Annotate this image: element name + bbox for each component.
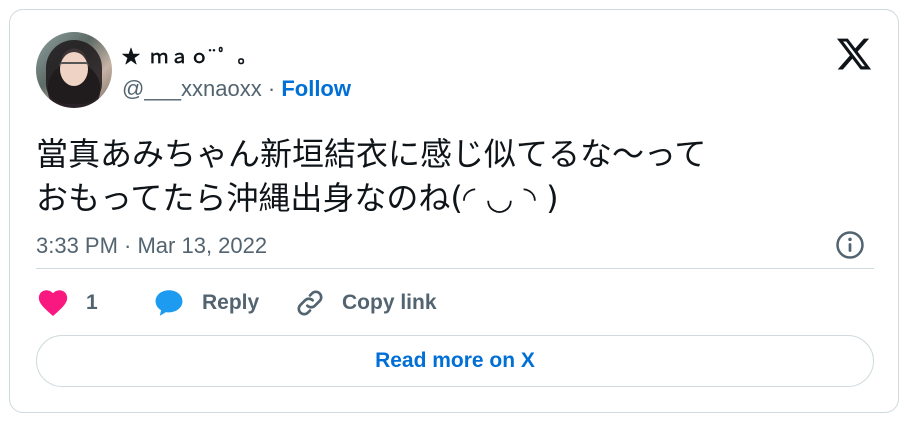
x-logo-icon[interactable] bbox=[835, 35, 873, 73]
copy-link-label: Copy link bbox=[342, 291, 437, 314]
tweet-text: 當真あみちゃん新垣結衣に感じ似てるな〜って おもってたら沖縄出身なのね(◜ ◡ … bbox=[36, 132, 876, 220]
like-count: 1 bbox=[86, 291, 98, 314]
heart-icon bbox=[38, 290, 68, 317]
like-button[interactable]: 1 bbox=[36, 285, 98, 321]
author-handle-row: @___xxnaoxx · Follow bbox=[122, 76, 351, 102]
reply-label: Reply bbox=[202, 291, 260, 314]
divider bbox=[36, 268, 874, 269]
read-more-button[interactable]: Read more on X bbox=[36, 335, 874, 387]
handle-separator: · bbox=[267, 76, 276, 101]
author-handle[interactable]: @___xxnaoxx bbox=[122, 76, 262, 101]
link-icon bbox=[297, 290, 323, 316]
tweet-text-line: おもってたら沖縄出身なのね(◜ ◡ ◝ ) bbox=[36, 179, 559, 217]
follow-link[interactable]: Follow bbox=[281, 76, 351, 101]
author-display-name[interactable]: ★ ｍａｏ ̈ﾟ ｡ bbox=[122, 43, 249, 69]
tweet-embed-card: ★ ｍａｏ ̈ﾟ ｡ @___xxnaoxx · Follow 當真あみちゃん新… bbox=[9, 9, 899, 413]
tweet-timestamp[interactable]: 3:33 PM · Mar 13, 2022 bbox=[36, 233, 267, 259]
speech-bubble-icon bbox=[155, 290, 183, 316]
tweet-text-line: 當真あみちゃん新垣結衣に感じ似てるな〜って bbox=[36, 135, 707, 173]
info-icon[interactable] bbox=[835, 230, 865, 260]
reply-button[interactable]: Reply bbox=[152, 285, 259, 321]
copy-link-button[interactable]: Copy link bbox=[294, 285, 437, 321]
avatar[interactable] bbox=[36, 32, 112, 108]
